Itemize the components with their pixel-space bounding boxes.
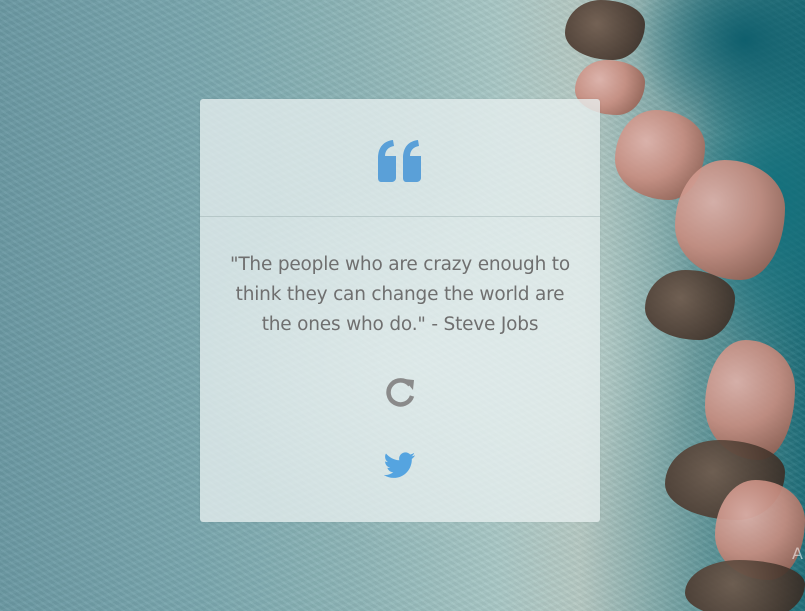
refresh-icon [386, 378, 415, 407]
quote-card-header [200, 99, 600, 217]
quote-left-icon [378, 139, 421, 182]
tweet-button[interactable] [383, 452, 416, 480]
background-scene: A "The people who are crazy enough to th… [0, 0, 805, 611]
edge-letter: A [792, 544, 803, 563]
new-quote-button[interactable] [383, 376, 417, 410]
twitter-icon [383, 452, 415, 478]
quote-card: "The people who are crazy enough to thin… [200, 99, 600, 522]
quote-text: "The people who are crazy enough to thin… [230, 254, 570, 335]
